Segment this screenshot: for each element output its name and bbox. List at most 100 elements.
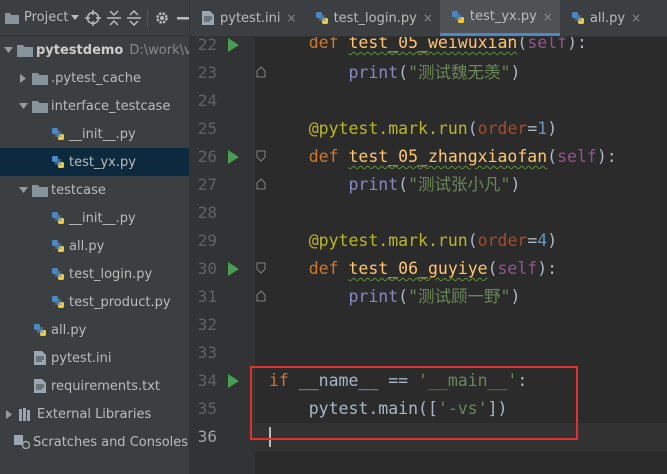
locate-file-icon[interactable] [85,8,102,28]
tree-item-label: __init__.py [69,210,136,226]
tab-label: all.py [589,10,626,26]
chevron-right-icon[interactable] [18,73,28,83]
text-caret [269,427,271,447]
tree-item-interface-testcase[interactable]: interface_testcase [0,92,189,120]
gear-icon[interactable] [154,8,170,28]
python-file-icon [50,238,66,254]
chevron-down-icon[interactable] [18,185,28,195]
collapse-all-icon[interactable] [107,8,122,28]
close-icon[interactable]: × [543,10,553,24]
tree-item-testcase-init[interactable]: __init__.py [0,204,189,232]
code-editor[interactable]: def test_05_weiwuxian(self): print("测试魏无… [255,37,667,474]
tree-item-label: test_product.py [69,294,171,310]
code-line: if __name__ == '__main__': [269,371,528,390]
tree-item-label: interface_testcase [51,98,171,114]
line-number: 36 [197,427,217,446]
code-line: def test_05_weiwuxian(self): [269,37,587,52]
code-line: @pytest.mark.run(order=4) [308,231,558,250]
current-line-highlight [255,423,667,451]
toolbar-divider [147,8,149,27]
line-number: 27 [197,175,217,194]
text-file-icon [32,378,48,394]
code-line: pytest.main(['-vs']) [269,399,508,418]
fold-start-icon[interactable] [256,262,266,274]
tree-item-label: Scratches and Consoles [33,434,189,450]
tab-all[interactable]: all.py × [560,0,648,36]
python-file-icon [50,266,66,282]
fold-end-icon[interactable] [256,66,266,78]
tree-item-external-libraries[interactable]: External Libraries [0,400,189,428]
code-line: print("测试魏无羡") [348,63,521,82]
close-icon[interactable]: × [631,11,641,25]
tree-item-test-product[interactable]: test_product.py [0,288,189,316]
tree-item-pytest-ini[interactable]: pytest.ini [0,344,189,372]
project-view-selector[interactable]: Project [24,10,68,25]
python-file-icon [50,154,66,170]
line-number: 24 [197,91,217,110]
python-file-icon [50,210,66,226]
line-number: 30 [197,259,217,278]
fold-end-icon[interactable] [256,178,266,190]
line-number: 32 [197,315,217,334]
line-number: 22 [197,37,217,54]
code-line: @pytest.mark.run(order=1) [308,119,558,138]
python-file-icon [570,10,586,26]
tab-test-yx[interactable]: test_yx.py × [439,0,560,36]
close-icon[interactable]: × [423,11,433,25]
editor-gutter: 22 23 24 25 26 27 28 29 30 31 32 33 34 3… [190,37,255,474]
chevron-down-icon[interactable] [4,45,13,55]
run-test-icon[interactable] [227,150,239,164]
line-number: 26 [197,147,217,166]
tree-item-pytestdemo[interactable]: pytestdemo D:\work\venu [0,36,189,64]
tree-item-testcase[interactable]: testcase [0,176,189,204]
tab-label: test_login.py [333,10,417,26]
tree-item-pytest-cache[interactable]: .pytest_cache [0,64,189,92]
tree-item-label: requirements.txt [51,378,161,394]
chevron-down-icon[interactable] [71,14,80,21]
chevron-right-icon[interactable] [4,409,14,419]
folder-icon [32,70,48,86]
code-line: print("测试顾一野") [348,287,521,306]
fold-start-icon[interactable] [256,150,266,162]
chevron-down-icon[interactable] [18,101,28,111]
tree-item-label: __init__.py [69,126,136,142]
tree-item-test-login[interactable]: test_login.py [0,260,189,288]
tab-pytest-ini[interactable]: pytest.ini × [190,0,304,36]
scratches-icon [14,434,30,450]
tree-item-label: External Libraries [37,406,152,422]
close-icon[interactable]: × [287,11,297,25]
line-number: 34 [197,371,217,390]
run-script-icon[interactable] [227,374,239,388]
tree-item-interface-init[interactable]: __init__.py [0,120,189,148]
tree-item-testcase-all[interactable]: all.py [0,232,189,260]
python-file-icon [50,126,66,142]
line-number: 35 [197,399,217,418]
tree-item-label: test_login.py [69,266,153,282]
python-file-icon [450,9,466,25]
hide-panel-icon[interactable] [176,8,189,28]
folder-icon [32,182,48,198]
tab-label: test_yx.py [469,9,537,24]
text-file-icon [200,10,216,26]
tree-item-test-yx[interactable]: test_yx.py [0,148,189,176]
tree-item-requirements[interactable]: requirements.txt [0,372,189,400]
line-number: 23 [197,63,217,82]
python-file-icon [50,294,66,310]
tree-item-label: all.py [69,238,105,254]
expand-all-icon[interactable] [127,8,142,28]
python-file-icon [32,322,48,338]
line-number: 33 [197,343,217,362]
editor-tabs: pytest.ini × test_login.py × test_yx.py … [190,0,667,37]
line-number: 25 [197,119,217,138]
tree-item-label: testcase [51,182,106,198]
tab-label: pytest.ini [220,10,281,26]
fold-end-icon[interactable] [256,290,266,302]
tree-item-scratches[interactable]: Scratches and Consoles [0,428,189,456]
tab-test-login[interactable]: test_login.py × [304,0,440,36]
tree-item-root-all[interactable]: all.py [0,316,189,344]
tree-item-label: all.py [51,322,87,338]
project-folder-icon [5,12,19,24]
run-test-icon[interactable] [227,38,239,52]
run-test-icon[interactable] [227,262,239,276]
code-line: def test_06_guyiye(self): [269,259,558,278]
